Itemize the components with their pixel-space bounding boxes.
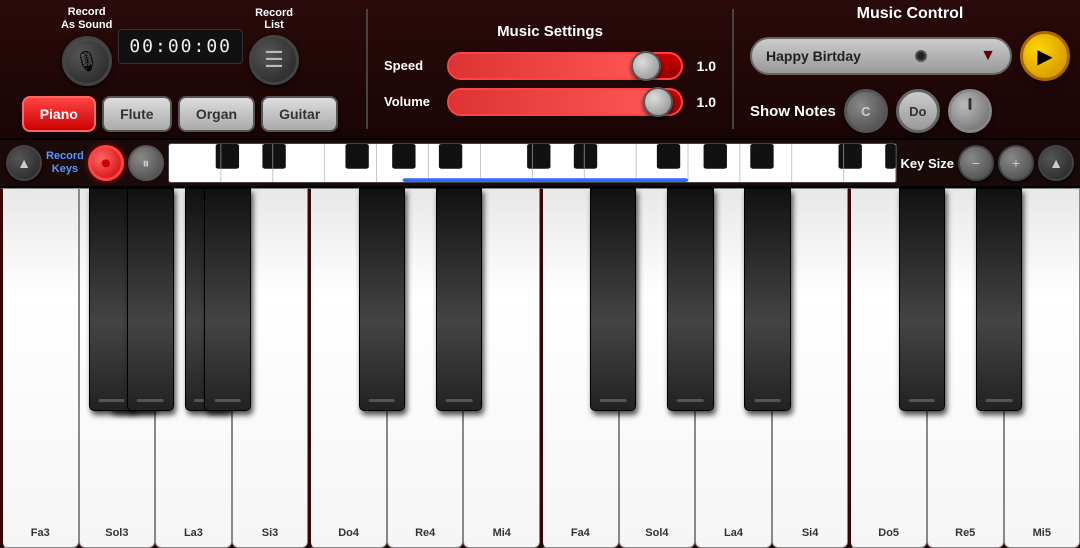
flute-button[interactable]: Flute [102, 96, 172, 132]
minus-icon: − [972, 155, 980, 171]
music-control-title: Music Control [750, 5, 1070, 23]
black-key-asharp3[interactable] [204, 188, 250, 411]
top-bar: Record As Sound 00:00:00 Record List Pia… [0, 0, 1080, 140]
key-label-si4: Si4 [802, 527, 819, 539]
key-label-re5: Re5 [955, 527, 975, 539]
piano-button[interactable]: Piano [22, 96, 96, 132]
organ-button[interactable]: Organ [178, 96, 255, 132]
mini-piano-svg [169, 144, 896, 182]
record-row1: Record As Sound 00:00:00 Record List [61, 6, 299, 86]
pause-icon: ⏸ [142, 155, 149, 172]
black-key-dsharp5[interactable] [976, 188, 1022, 411]
key-label-fa3: Fa3 [31, 527, 50, 539]
key-label-do4: Do4 [338, 527, 359, 539]
volume-label: Volume [384, 94, 439, 109]
black-key-gsharp3[interactable] [127, 188, 173, 411]
nav-right-button[interactable]: ▲ [1038, 145, 1074, 181]
record-keys-label: Record Keys [46, 150, 84, 176]
piano-main: Fa3 Sol3 La3 Si3 Do4 Re4 Mi4 Fa4 Sol4 La… [0, 188, 1080, 548]
note-c-label: C [861, 104, 870, 119]
record-as-sound-label: Record As Sound [61, 6, 112, 32]
key-size-label: Key Size [901, 156, 954, 171]
pause-button[interactable]: ⏸ [128, 145, 164, 181]
key-label-do5: Do5 [878, 527, 899, 539]
key-size-minus-button[interactable]: − [958, 145, 994, 181]
key-size-plus-button[interactable]: + [998, 145, 1034, 181]
black-key-gsharp4[interactable] [667, 188, 713, 411]
song-dropdown[interactable]: Happy Birtday ▼ [750, 37, 1012, 75]
speed-value: 1.0 [691, 58, 716, 74]
divider1 [366, 9, 368, 129]
volume-value: 1.0 [691, 94, 716, 110]
volume-row: Volume 1.0 [384, 88, 716, 116]
note-c-button[interactable]: C [844, 89, 888, 133]
nav-left-button[interactable]: ▲ [6, 145, 42, 181]
record-section: Record As Sound 00:00:00 Record List Pia… [10, 6, 350, 132]
key-label-mi5: Mi5 [1033, 527, 1051, 539]
notes-knob[interactable] [948, 89, 992, 133]
key-label-la4: La4 [724, 527, 743, 539]
key-label-fa4: Fa4 [571, 527, 590, 539]
timer-display: 00:00:00 [118, 29, 243, 64]
white-key-fa3[interactable]: Fa3 [0, 188, 79, 548]
key-label-la3: La3 [184, 527, 203, 539]
black-key-asharp4[interactable] [744, 188, 790, 411]
speed-slider[interactable] [447, 52, 683, 80]
song-dot [915, 50, 927, 62]
piano-bar: ▲ Record Keys ⏸ [0, 140, 1080, 188]
record-list-label: Record List [255, 7, 293, 31]
key-label-mi4: Mi4 [493, 527, 511, 539]
note-do-label: Do [909, 104, 926, 119]
show-notes-row: Show Notes C Do [750, 89, 1070, 133]
music-settings-title: Music Settings [384, 23, 716, 40]
volume-slider[interactable] [447, 88, 683, 116]
speed-thumb[interactable] [631, 51, 661, 81]
volume-thumb[interactable] [643, 87, 673, 117]
black-key-csharp4[interactable] [359, 188, 405, 411]
record-list-button[interactable] [249, 35, 299, 85]
black-key-dsharp4[interactable] [436, 188, 482, 411]
music-settings: Music Settings Speed 1.0 Volume 1.0 [384, 23, 716, 116]
record-sound-button[interactable] [62, 36, 112, 86]
guitar-button[interactable]: Guitar [261, 96, 338, 132]
divider2 [732, 9, 734, 129]
note-do-button[interactable]: Do [896, 89, 940, 133]
key-label-sol3: Sol3 [105, 527, 128, 539]
dropdown-arrow-icon: ▼ [980, 47, 996, 65]
key-label-re4: Re4 [415, 527, 435, 539]
record-button[interactable] [88, 145, 124, 181]
song-selector-row: Happy Birtday ▼ ▶ [750, 31, 1070, 81]
music-control: Music Control Happy Birtday ▼ ▶ Show Not… [750, 5, 1070, 133]
speed-row: Speed 1.0 [384, 52, 716, 80]
mini-piano-strip [168, 143, 897, 183]
show-notes-label: Show Notes [750, 103, 836, 120]
play-icon: ▶ [1037, 44, 1052, 69]
instrument-row: Piano Flute Organ Guitar [22, 96, 339, 132]
black-key-fsharp4[interactable] [590, 188, 636, 411]
plus-icon: + [1012, 155, 1020, 171]
key-label-si3: Si3 [262, 527, 279, 539]
song-name: Happy Birtday [766, 48, 861, 64]
black-key-csharp5[interactable] [899, 188, 945, 411]
key-label-sol4: Sol4 [645, 527, 668, 539]
speed-label: Speed [384, 58, 439, 73]
play-button[interactable]: ▶ [1020, 31, 1070, 81]
